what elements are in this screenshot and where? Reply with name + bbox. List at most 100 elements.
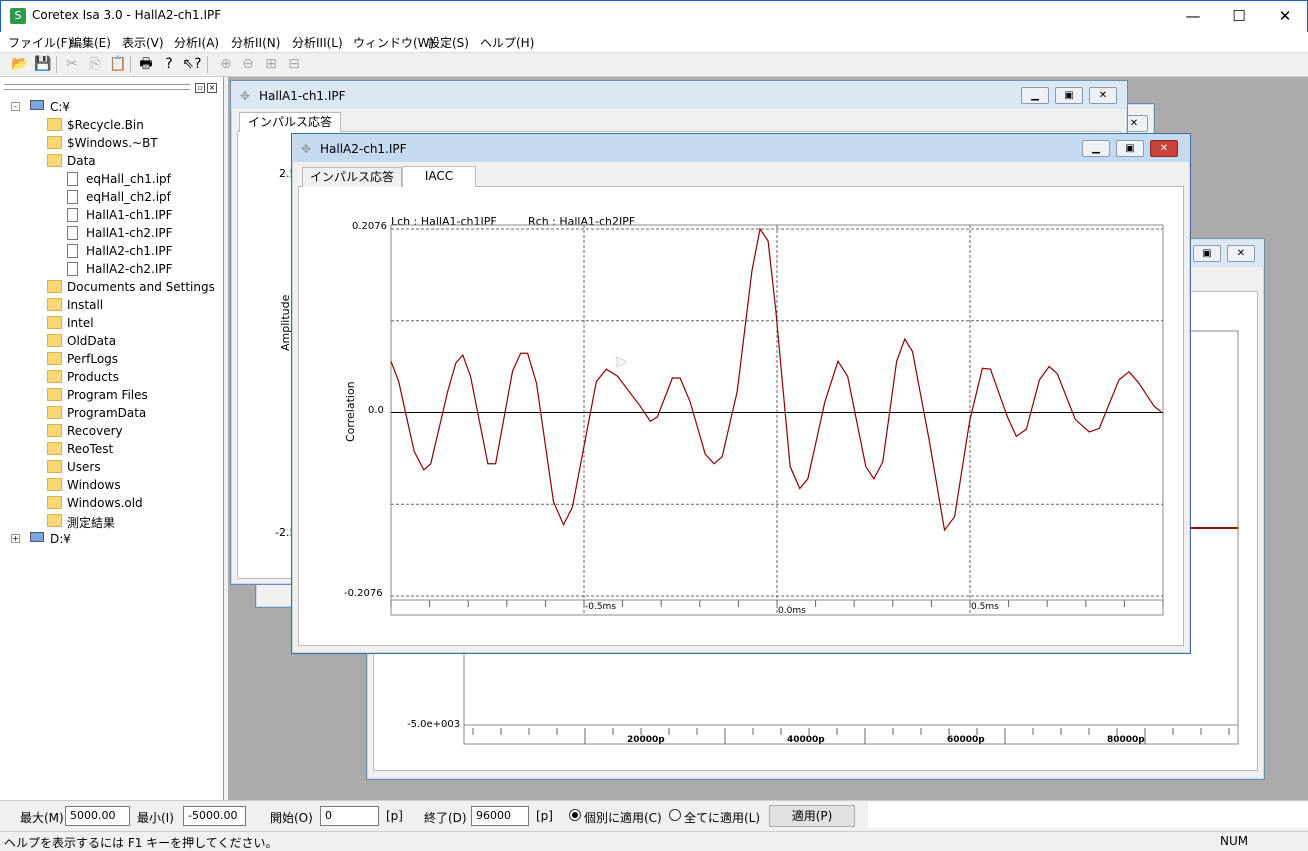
tree-item[interactable]: Recovery [0, 422, 222, 440]
minimize-button[interactable]: — [1170, 0, 1216, 32]
folder-icon [47, 154, 62, 167]
tree-item[interactable]: +Windows.old [0, 494, 222, 512]
tree-item[interactable]: Documents and Settings [0, 278, 222, 296]
app-title: Coretex Isa 3.0 - HallA2-ch1.IPF [32, 8, 222, 22]
folder-icon [47, 118, 62, 131]
file-icon [67, 244, 78, 258]
open-icon[interactable]: 📂 [10, 55, 30, 74]
tree-item[interactable]: HallA2-ch2.IPF [0, 260, 222, 278]
cut-icon[interactable]: ✂ [62, 55, 82, 74]
tree-item[interactable]: HallA1-ch2.IPF [0, 224, 222, 242]
restore-icon[interactable]: ▣ [1055, 87, 1083, 104]
tree-item[interactable]: +Users [0, 458, 222, 476]
menu-item[interactable]: 設定(S) [428, 34, 469, 51]
start-unit: [p] [386, 809, 403, 823]
tree-item-label: Install [67, 298, 104, 312]
tree-item-label: HallA2-ch1.IPF [86, 244, 173, 258]
min-label: 最小(I) [137, 811, 174, 825]
folder-icon [47, 388, 62, 401]
tree-item[interactable]: +OldData [0, 332, 222, 350]
end-label: 終了(D) [424, 811, 467, 825]
file-icon [67, 172, 78, 186]
tree-item[interactable]: +ReoTest [0, 440, 222, 458]
tree-item[interactable]: +測定結果 [0, 512, 222, 530]
file-icon [67, 208, 78, 222]
tree-item[interactable]: +Windows [0, 476, 222, 494]
window-title-bar[interactable]: ✥ HallA1-ch1.IPF ▁ ▣ ✕ [231, 81, 1127, 109]
tree-item-label: Program Files [67, 388, 148, 402]
radio-all-label[interactable]: 全てに適用(L) [684, 809, 760, 826]
folder-icon [47, 496, 62, 509]
toolbar-separator [56, 56, 57, 73]
folder-icon [47, 460, 62, 473]
tree-item-label: eqHall_ch2.ipf [86, 190, 171, 204]
close-icon[interactable]: ✕ [1089, 87, 1117, 104]
apply-button[interactable]: 適用(P) [769, 805, 855, 827]
tree-item[interactable]: eqHall_ch1.ipf [0, 170, 222, 188]
context-help-icon[interactable]: ⇖? [182, 55, 202, 74]
tree-item-label: Recovery [67, 424, 123, 438]
menu-item[interactable]: 編集(E) [70, 34, 111, 51]
y-tick-label: -0.2076 [344, 588, 383, 599]
radio-all[interactable] [669, 809, 681, 821]
menu-item[interactable]: 表示(V) [122, 34, 164, 51]
menu-item[interactable]: 分析I(A) [174, 34, 219, 51]
expand-icon[interactable]: + [11, 534, 20, 543]
copy-icon[interactable]: ⎘ [85, 55, 105, 74]
tree-item[interactable]: -Data [0, 152, 222, 170]
y-tick-label: 0.2076 [352, 221, 387, 232]
menu-item[interactable]: ヘルプ(H) [480, 34, 534, 51]
tree-item[interactable]: HallA2-ch1.IPF [0, 242, 222, 260]
tree-item[interactable]: +Program Files [0, 386, 222, 404]
tree-item[interactable]: + D:¥ [0, 530, 222, 548]
menu-item[interactable]: ウィンドウ(W) [353, 34, 434, 51]
app-icon: S [10, 8, 26, 24]
tree-item[interactable]: - C:¥ [0, 98, 222, 116]
radio-individual-label[interactable]: 個別に適用(C) [584, 809, 662, 826]
help-icon[interactable]: ? [159, 55, 179, 74]
x-tick-label: -0.5ms [585, 602, 617, 612]
tree-item[interactable]: +Intel [0, 314, 222, 332]
menu-item[interactable]: 分析II(N) [231, 34, 280, 51]
tree-item-label: C:¥ [50, 100, 71, 114]
y-axis-label: Correlation [344, 381, 357, 442]
radio-individual[interactable] [569, 809, 581, 821]
tree-item-label: Windows [67, 478, 121, 492]
x-tick-label: 40000p [787, 735, 825, 745]
paste-icon[interactable]: 📋 [108, 55, 128, 74]
folder-icon [47, 424, 62, 437]
close-button[interactable]: ✕ [1262, 0, 1308, 32]
min-input[interactable]: -5000.00 [183, 806, 246, 826]
menu-item[interactable]: ファイル(F) [8, 34, 72, 51]
zoom-out-icon[interactable]: ⊖ [238, 55, 258, 74]
collapse-icon[interactable]: - [11, 102, 20, 111]
tree-item[interactable]: +ProgramData [0, 404, 222, 422]
minimize-icon[interactable]: ▁ [1021, 87, 1049, 104]
start-input[interactable]: 0 [320, 806, 379, 826]
window-halla2-ch1[interactable]: ✥ HallA2-ch1.IPF ▁ ▣ ✕ インパルス応答 IACC Lch … [291, 133, 1191, 654]
menu-item[interactable]: 分析III(L) [292, 34, 343, 51]
panel-close-button[interactable]: × [207, 83, 217, 93]
zoom-in-icon[interactable]: ⊕ [216, 55, 236, 74]
zoom-reset-icon[interactable]: ⊟ [284, 55, 304, 74]
x-tick-label: 80000p [1107, 735, 1145, 745]
maximize-button[interactable]: ☐ [1216, 0, 1262, 32]
save-icon[interactable]: 💾 [33, 55, 53, 74]
tree-item-label: ReoTest [67, 442, 114, 456]
zoom-fit-icon[interactable]: ⊞ [261, 55, 281, 74]
tree-item[interactable]: +$Windows.~BT [0, 134, 222, 152]
tree-item[interactable]: HallA1-ch1.IPF [0, 206, 222, 224]
panel-float-button[interactable]: ▫ [195, 83, 205, 93]
end-input[interactable]: 96000 [471, 806, 529, 826]
tree-item[interactable]: PerfLogs [0, 350, 222, 368]
tree-item-label: PerfLogs [67, 352, 119, 366]
folder-icon [47, 442, 62, 455]
panel-grip[interactable] [4, 84, 190, 90]
max-input[interactable]: 5000.00 [65, 806, 130, 826]
tree-item[interactable]: eqHall_ch2.ipf [0, 188, 222, 206]
print-icon[interactable]: 🖶 [136, 55, 156, 74]
tree-item[interactable]: +Products [0, 368, 222, 386]
tree-item[interactable]: +$Recycle.Bin [0, 116, 222, 134]
tree-item[interactable]: +Install [0, 296, 222, 314]
tab-impulse-response[interactable]: インパルス応答 [239, 112, 341, 132]
